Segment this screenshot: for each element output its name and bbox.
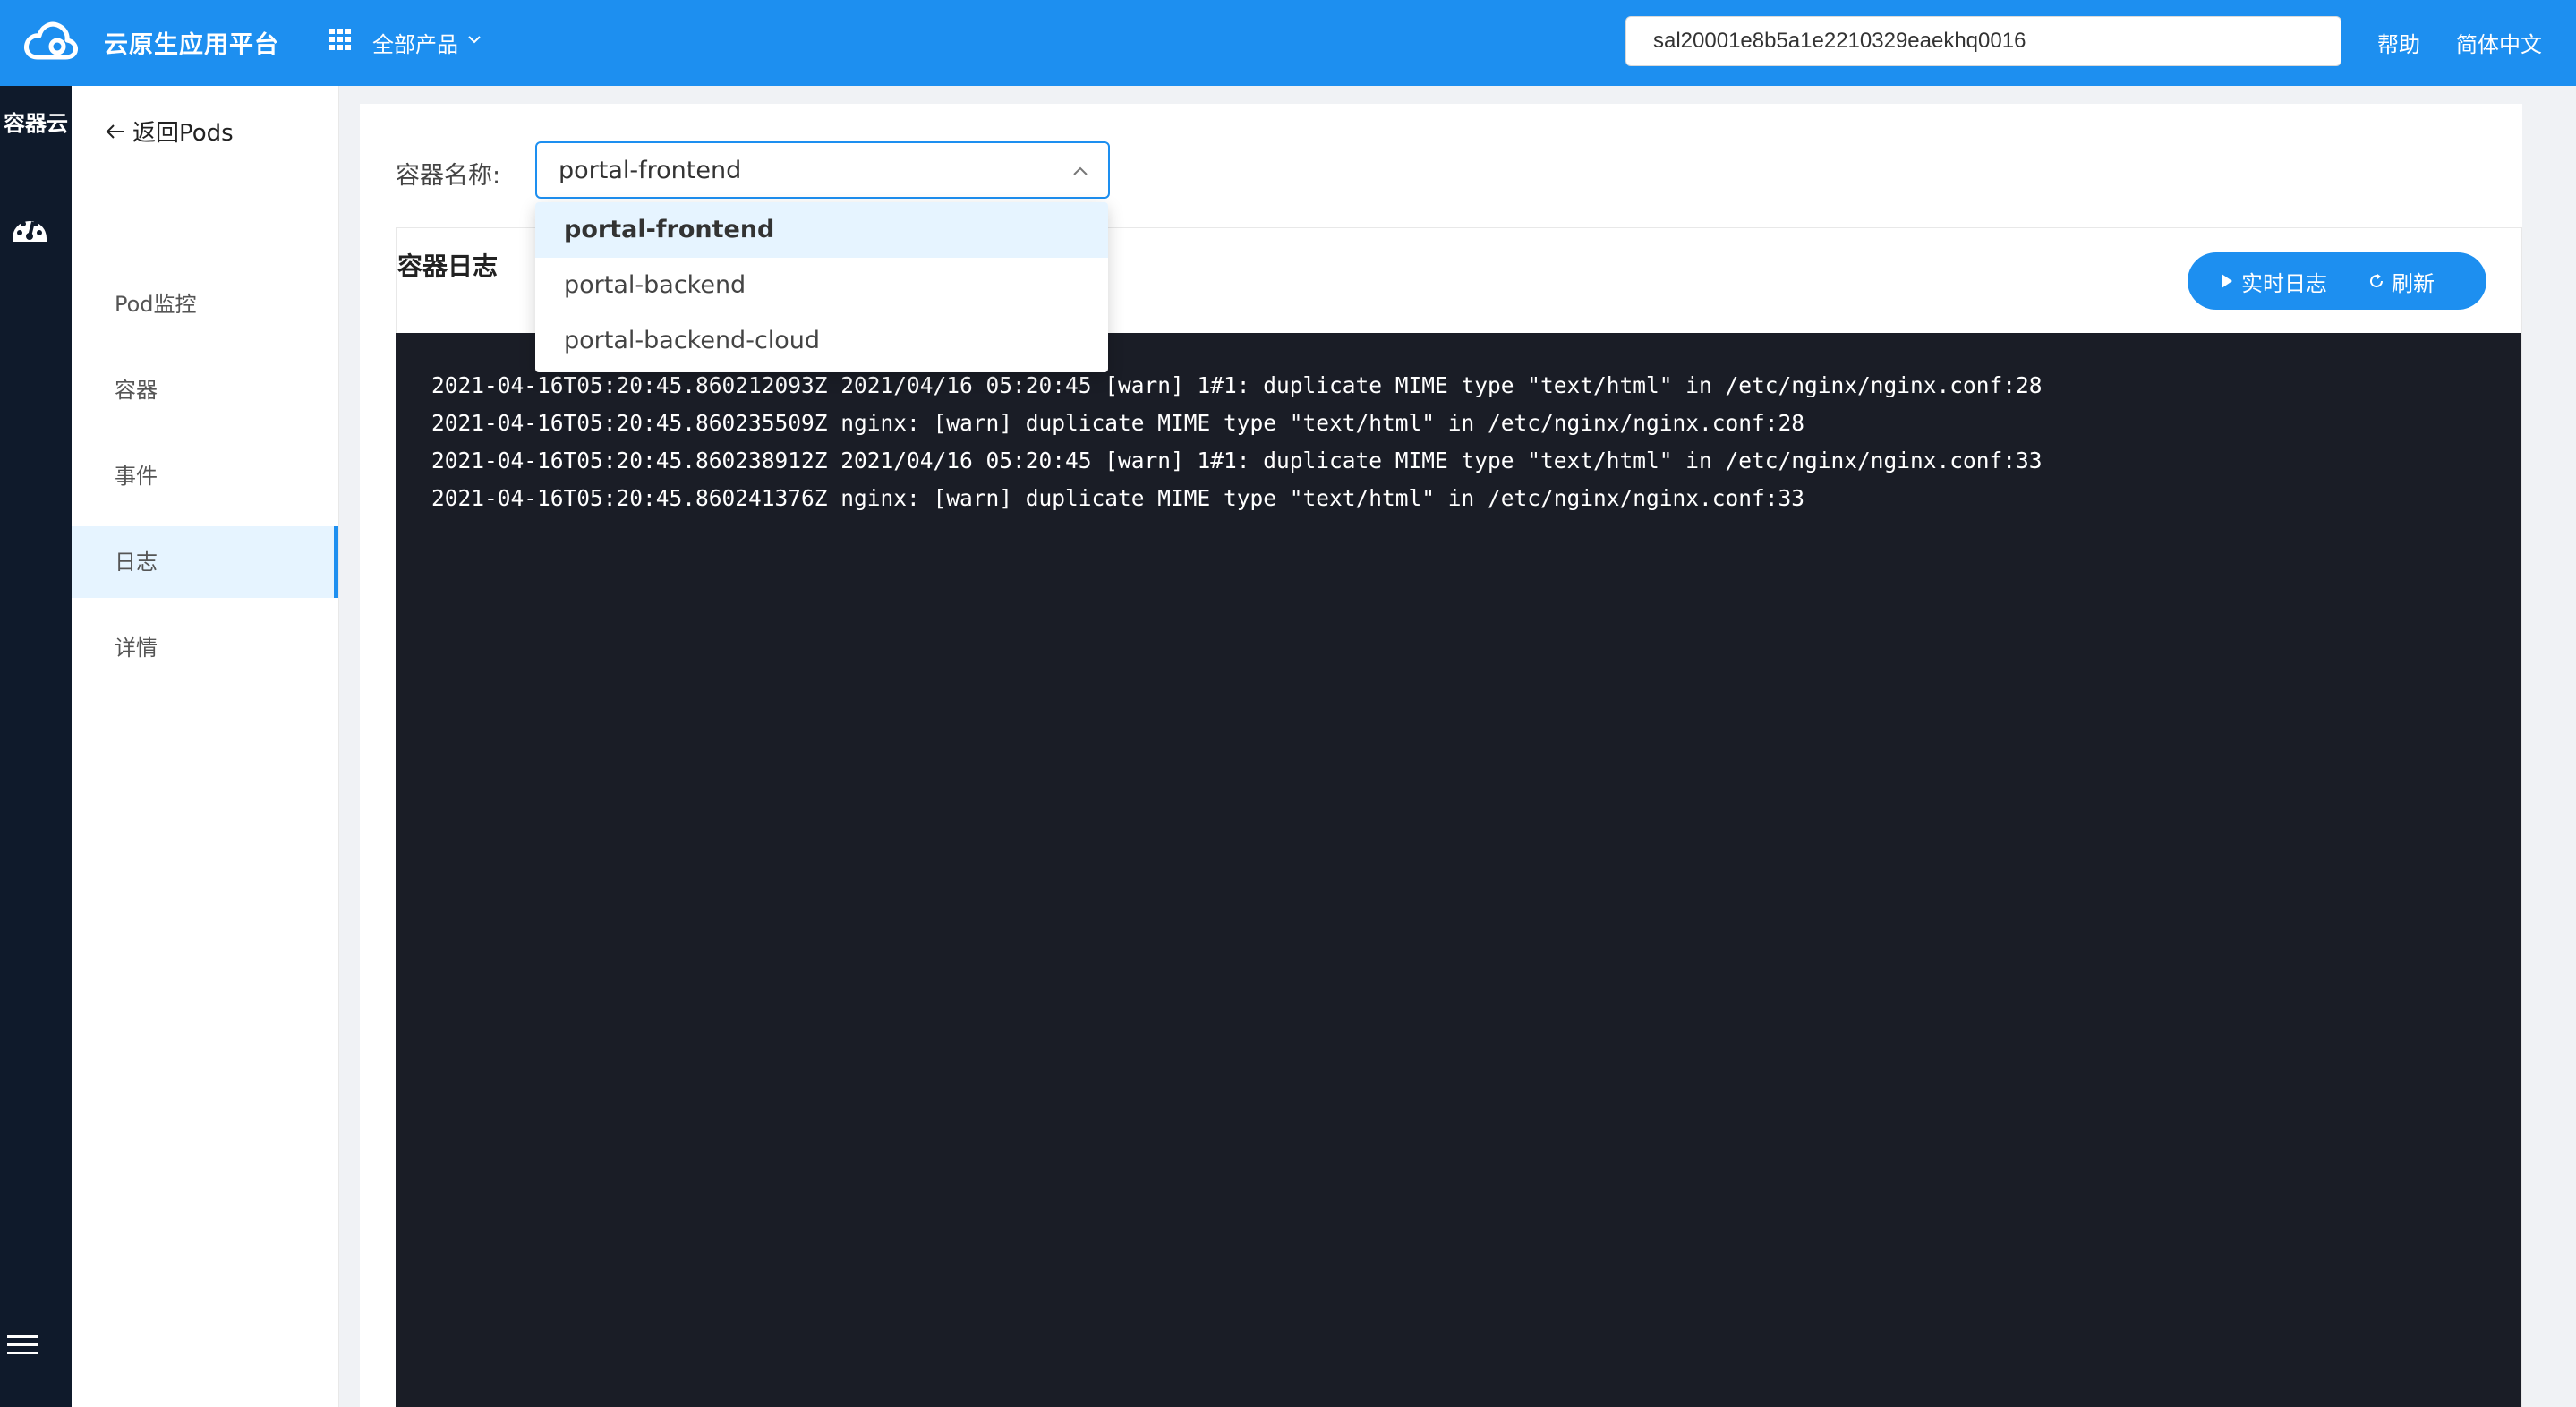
dropdown-option-portal-frontend[interactable]: portal-frontend <box>535 202 1108 258</box>
top-header: 云原生应用平台 全部产品 帮助 简体中文 <box>0 0 2576 86</box>
back-to-pods-link[interactable]: 返回Pods <box>106 115 234 148</box>
container-select[interactable]: portal-frontend <box>535 141 1110 199</box>
log-line: 2021-04-16T05:20:45.860235509Z nginx: [w… <box>431 410 1805 436</box>
container-name-label: 容器名称: <box>396 162 501 190</box>
refresh-icon <box>2370 274 2384 288</box>
cloud-logo-icon[interactable] <box>23 18 79 64</box>
nav-item-details[interactable]: 详情 <box>72 612 338 684</box>
nav-item-containers[interactable]: 容器 <box>72 354 338 426</box>
left-rail: 容器云 <box>0 86 72 1407</box>
log-console[interactable]: 2021-04-16T05:20:45.860212093Z 2021/04/1… <box>396 333 2521 1407</box>
log-actions: 实时日志 刷新 <box>2188 252 2486 310</box>
container-dropdown: portal-frontend portal-backend portal-ba… <box>535 202 1108 372</box>
language-switch[interactable]: 简体中文 <box>2456 27 2542 58</box>
nav-item-events[interactable]: 事件 <box>72 440 338 512</box>
apps-grid-icon[interactable] <box>328 27 353 52</box>
back-label: 返回Pods <box>132 120 234 147</box>
live-log-button[interactable]: 实时日志 <box>2188 252 2354 310</box>
account-search-input[interactable] <box>1625 16 2341 66</box>
log-line: 2021-04-16T05:20:45.860238912Z 2021/04/1… <box>431 448 2043 473</box>
log-line: 2021-04-16T05:20:45.860241376Z nginx: [w… <box>431 485 1805 511</box>
refresh-label: 刷新 <box>2392 270 2435 296</box>
nav-item-pod-monitor[interactable]: Pod监控 <box>72 269 338 340</box>
container-select-value: portal-frontend <box>559 157 742 184</box>
dropdown-option-portal-backend[interactable]: portal-backend <box>535 258 1108 313</box>
chevron-down-icon[interactable] <box>467 34 482 45</box>
log-line: 2021-04-16T05:20:45.860212093Z 2021/04/1… <box>431 372 2043 398</box>
all-products-menu[interactable]: 全部产品 <box>372 27 458 58</box>
dashboard-gauge-icon[interactable] <box>11 211 48 245</box>
help-link[interactable]: 帮助 <box>2377 27 2420 58</box>
rail-title: 容器云 <box>4 111 68 136</box>
platform-title[interactable]: 云原生应用平台 <box>104 25 279 60</box>
sub-navigation: 返回Pods Pod监控 容器 事件 日志 详情 <box>72 86 339 1407</box>
log-panel-title: 容器日志 <box>397 252 499 281</box>
nav-item-logs[interactable]: 日志 <box>72 526 338 598</box>
dropdown-option-portal-backend-cloud[interactable]: portal-backend-cloud <box>535 313 1108 369</box>
refresh-button[interactable]: 刷新 <box>2354 252 2435 310</box>
hamburger-menu-icon[interactable] <box>5 1330 41 1360</box>
live-log-label: 实时日志 <box>2241 270 2327 296</box>
chevron-up-icon <box>1073 166 1088 175</box>
play-icon <box>2222 274 2232 288</box>
arrow-left-icon <box>106 124 124 139</box>
